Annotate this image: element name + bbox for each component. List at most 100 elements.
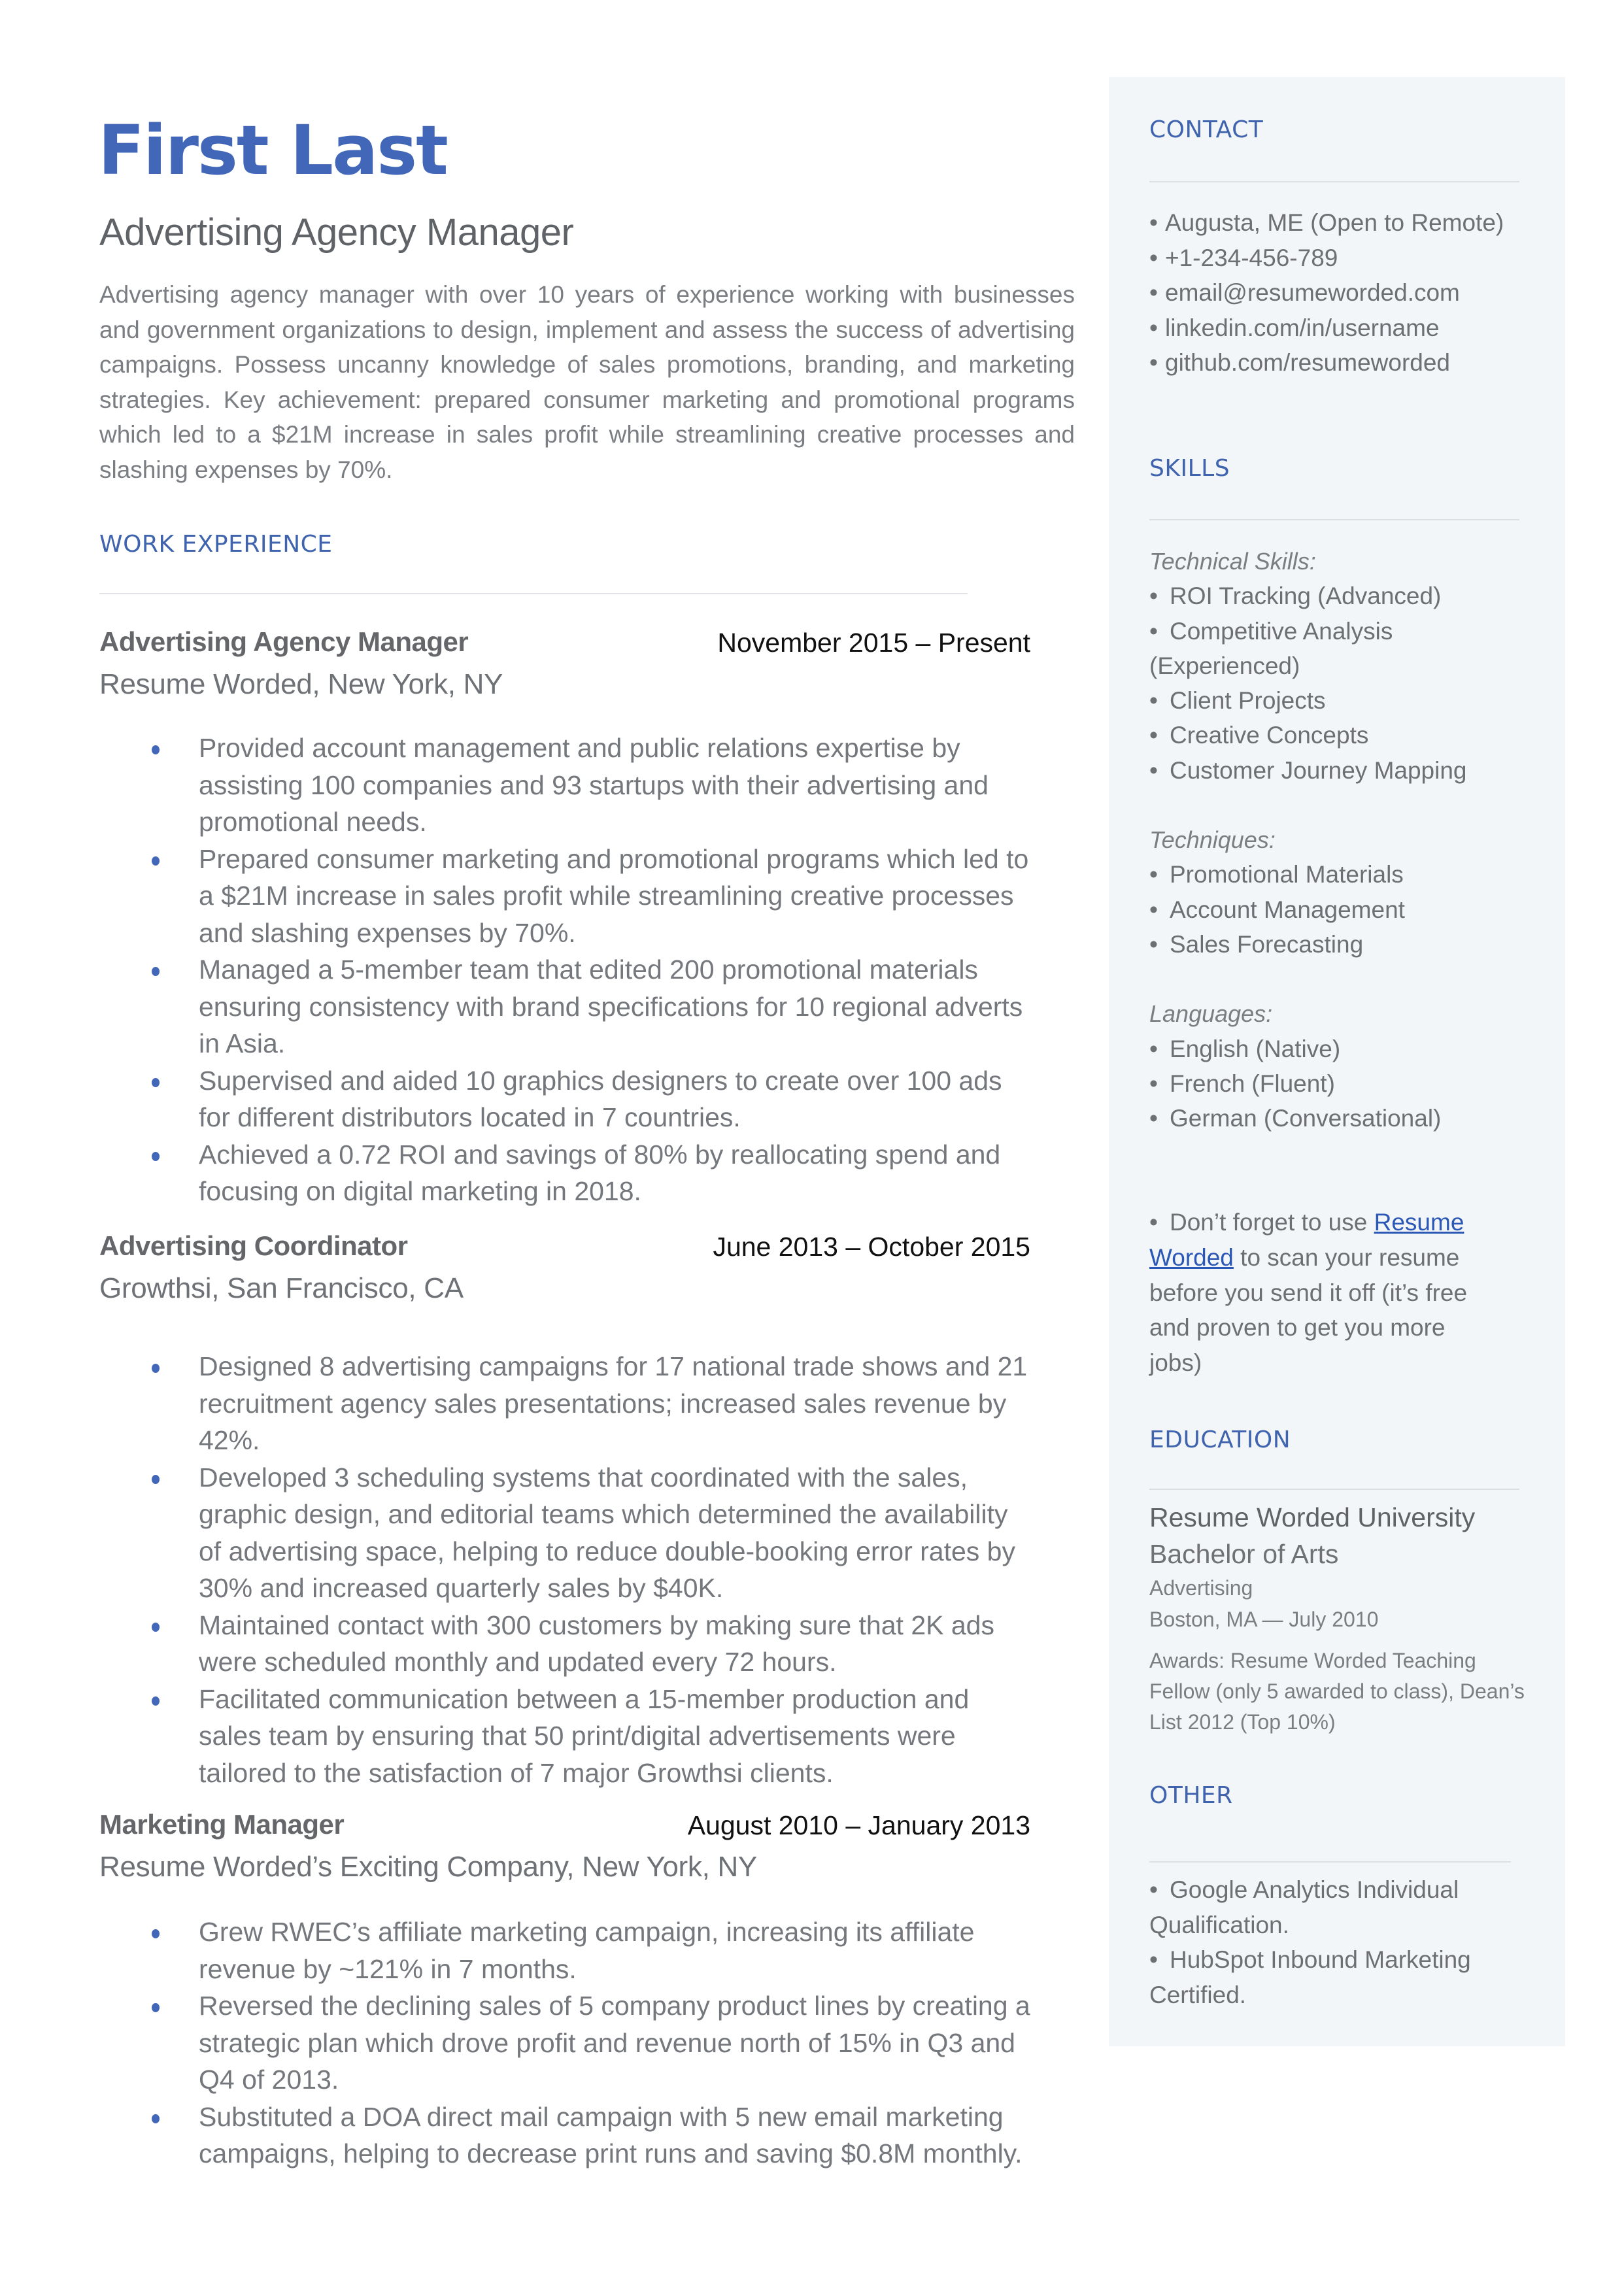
bullet-dot-icon	[152, 1696, 160, 1706]
bullet-icon: •	[1149, 756, 1158, 784]
section-title-education: EDUCATION	[1149, 1426, 1291, 1453]
skill-item: • French (Fluent)	[1149, 1066, 1535, 1101]
education-degree: Bachelor of Arts	[1149, 1539, 1339, 1569]
job-bullet: Maintained contact with 300 customers by…	[99, 1607, 1030, 1681]
bullet-icon: •	[1149, 1876, 1158, 1903]
bullet-dot-icon	[152, 1622, 160, 1632]
bullet-icon: •	[1149, 1035, 1158, 1062]
job-bullet: Managed a 5-member team that edited 200 …	[99, 951, 1030, 1062]
bullet-icon: •	[1149, 930, 1158, 958]
job-dates: August 2010 – January 2013	[687, 1810, 1030, 1840]
job-bullet-text: Achieved a 0.72 ROI and savings of 80% b…	[199, 1139, 1001, 1207]
education-location-date: Boston, MA — July 2010	[1149, 1608, 1379, 1631]
job-bullet-text: Substituted a DOA direct mail campaign w…	[199, 2101, 1023, 2169]
resume-worded-tip: • Don’t forget to use Resume Worded to sc…	[1149, 1205, 1502, 1380]
job-bullet-text: Managed a 5-member team that edited 200 …	[199, 954, 1023, 1058]
job-bullet: Provided account management and public r…	[99, 730, 1030, 841]
section-divider	[1149, 1861, 1511, 1863]
job-company: Growthsi, San Francisco, CA	[99, 1272, 464, 1304]
section-title-contact: CONTACT	[1149, 116, 1264, 143]
bullet-dot-icon	[152, 1151, 160, 1161]
contact-github[interactable]: • github.com/resumeworded	[1149, 345, 1535, 380]
job-bullet: Developed 3 scheduling systems that coor…	[99, 1459, 1030, 1607]
skill-item: • Creative Concepts	[1149, 718, 1535, 752]
skill-item: • Client Projects	[1149, 683, 1535, 718]
bullet-icon: •	[1149, 582, 1158, 610]
education-field: Advertising	[1149, 1576, 1253, 1600]
job-title: Advertising Agency Manager	[99, 626, 469, 657]
job-company: Resume Worded, New York, NY	[99, 668, 503, 700]
bullet-icon: •	[1149, 896, 1158, 923]
contact-location: • Augusta, ME (Open to Remote)	[1149, 205, 1535, 241]
job-bullet: Achieved a 0.72 ROI and savings of 80% b…	[99, 1136, 1030, 1210]
skill-group-label: Techniques:	[1149, 826, 1276, 854]
section-title-other: OTHER	[1149, 1782, 1233, 1809]
contact-list: • Augusta, ME (Open to Remote) • +1-234-45…	[1149, 205, 1535, 380]
skill-item: • Sales Forecasting	[1149, 927, 1535, 962]
job-bullet: Reversed the declining sales of 5 compan…	[99, 1987, 1030, 2099]
section-divider	[1149, 519, 1519, 520]
job-bullet: Facilitated communication between a 15-m…	[99, 1681, 1030, 1792]
other-list: • Google Analytics Individual Qualificati…	[1149, 1872, 1515, 2012]
education-entry: Resume Worded University Bachelor of Art…	[1149, 1499, 1535, 1738]
bullet-dot-icon	[152, 1364, 160, 1373]
bullet-icon: •	[1149, 1105, 1158, 1132]
job-bullet: Supervised and aided 10 graphics designe…	[99, 1062, 1030, 1136]
job-bullets: Designed 8 advertising campaigns for 17 …	[99, 1348, 1030, 1791]
section-title-work-experience: WORK EXPERIENCE	[99, 531, 333, 558]
job-bullets: Provided account management and public r…	[99, 730, 1030, 1210]
contact-email[interactable]: • email@resumeworded.com	[1149, 275, 1535, 311]
skill-item: • Competitive Analysis (Experienced)	[1149, 614, 1457, 684]
bullet-dot-icon	[152, 745, 160, 754]
skill-item: • Account Management	[1149, 892, 1535, 927]
bullet-icon: •	[1149, 1209, 1158, 1236]
bullet-icon: •	[1149, 349, 1158, 377]
job-bullet-text: Maintained contact with 300 customers by…	[199, 1610, 994, 1678]
skill-group-label: Technical Skills:	[1149, 548, 1316, 575]
education-school: Resume Worded University	[1149, 1502, 1476, 1532]
job-bullet-text: Prepared consumer marketing and promotio…	[199, 843, 1029, 948]
section-divider	[1149, 181, 1519, 182]
bullet-icon: •	[1149, 1946, 1158, 1974]
contact-linkedin[interactable]: • linkedin.com/in/username	[1149, 311, 1535, 346]
sidebar: CONTACT • Augusta, ME (Open to Remote) • +…	[1109, 77, 1565, 2046]
job-bullet: Designed 8 advertising campaigns for 17 …	[99, 1348, 1030, 1459]
bullet-dot-icon	[152, 967, 160, 976]
section-title-skills: SKILLS	[1149, 455, 1230, 482]
bullet-icon: •	[1149, 861, 1158, 888]
skill-item: • Customer Journey Mapping	[1149, 753, 1535, 788]
contact-phone[interactable]: • +1-234-456-789	[1149, 241, 1535, 276]
bullet-dot-icon	[152, 2003, 160, 2012]
job-company: Resume Worded’s Exciting Company, New Yo…	[99, 1851, 757, 1883]
job-dates: June 2013 – October 2015	[713, 1232, 1030, 1262]
candidate-headline: Advertising Agency Manager	[99, 211, 574, 254]
education-awards: Awards: Resume Worded Teaching Fellow (o…	[1149, 1649, 1525, 1734]
skill-item: • ROI Tracking (Advanced)	[1149, 579, 1535, 613]
skill-group-label: Languages:	[1149, 1000, 1273, 1028]
job-bullet-text: Designed 8 advertising campaigns for 17 …	[199, 1351, 1028, 1455]
bullet-icon: •	[1149, 722, 1158, 749]
job-entry: Marketing Manager August 2010 – January …	[99, 1809, 1030, 2172]
skill-item: • German (Conversational)	[1149, 1101, 1535, 1136]
job-bullet-text: Grew RWEC’s affiliate marketing campaign…	[199, 1917, 975, 1984]
profile-summary: Advertising agency manager with over 10 …	[99, 281, 1075, 483]
job-bullets: Grew RWEC’s affiliate marketing campaign…	[99, 1914, 1030, 2172]
candidate-name: First Last	[98, 110, 448, 190]
skill-item: • English (Native)	[1149, 1032, 1535, 1066]
section-divider	[1149, 1489, 1519, 1490]
job-bullet-text: Supervised and aided 10 graphics designe…	[199, 1065, 1002, 1133]
job-bullet: Grew RWEC’s affiliate marketing campaign…	[99, 1914, 1030, 1987]
bullet-icon: •	[1149, 1070, 1158, 1097]
job-bullet: Prepared consumer marketing and promotio…	[99, 841, 1030, 952]
bullet-icon: •	[1149, 244, 1158, 271]
job-bullet-text: Facilitated communication between a 15-m…	[199, 1683, 970, 1788]
job-dates: November 2015 – Present	[717, 628, 1030, 658]
bullet-icon: •	[1149, 314, 1158, 341]
job-bullet-text: Developed 3 scheduling systems that coor…	[199, 1462, 1015, 1604]
skills-block: Technical Skills: • ROI Tracking (Advance…	[1149, 544, 1535, 1380]
bullet-icon: •	[1149, 279, 1158, 307]
bullet-dot-icon	[152, 856, 160, 866]
bullet-icon: •	[1149, 617, 1158, 645]
skill-item: • Promotional Materials	[1149, 857, 1535, 892]
bullet-dot-icon	[152, 1077, 160, 1087]
